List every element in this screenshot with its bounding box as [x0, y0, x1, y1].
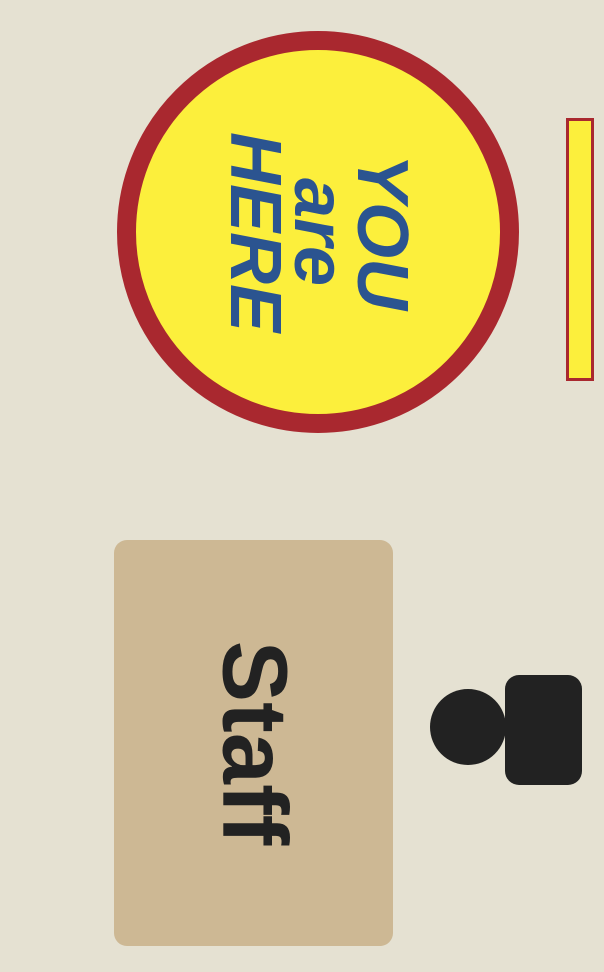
- staff-label: Staff: [203, 640, 305, 846]
- marker-line-are: are: [278, 177, 359, 287]
- you-are-here-label: YOU are HERE: [215, 131, 423, 333]
- marker-line-you: YOU: [342, 153, 423, 311]
- yellow-strip: [566, 118, 594, 381]
- you-are-here-marker: YOU are HERE: [117, 31, 519, 433]
- person-icon: [430, 675, 582, 785]
- person-icon-body: [505, 675, 582, 785]
- person-icon-head: [430, 689, 506, 765]
- staff-area: Staff: [114, 540, 393, 946]
- marker-line-here: HERE: [215, 131, 296, 333]
